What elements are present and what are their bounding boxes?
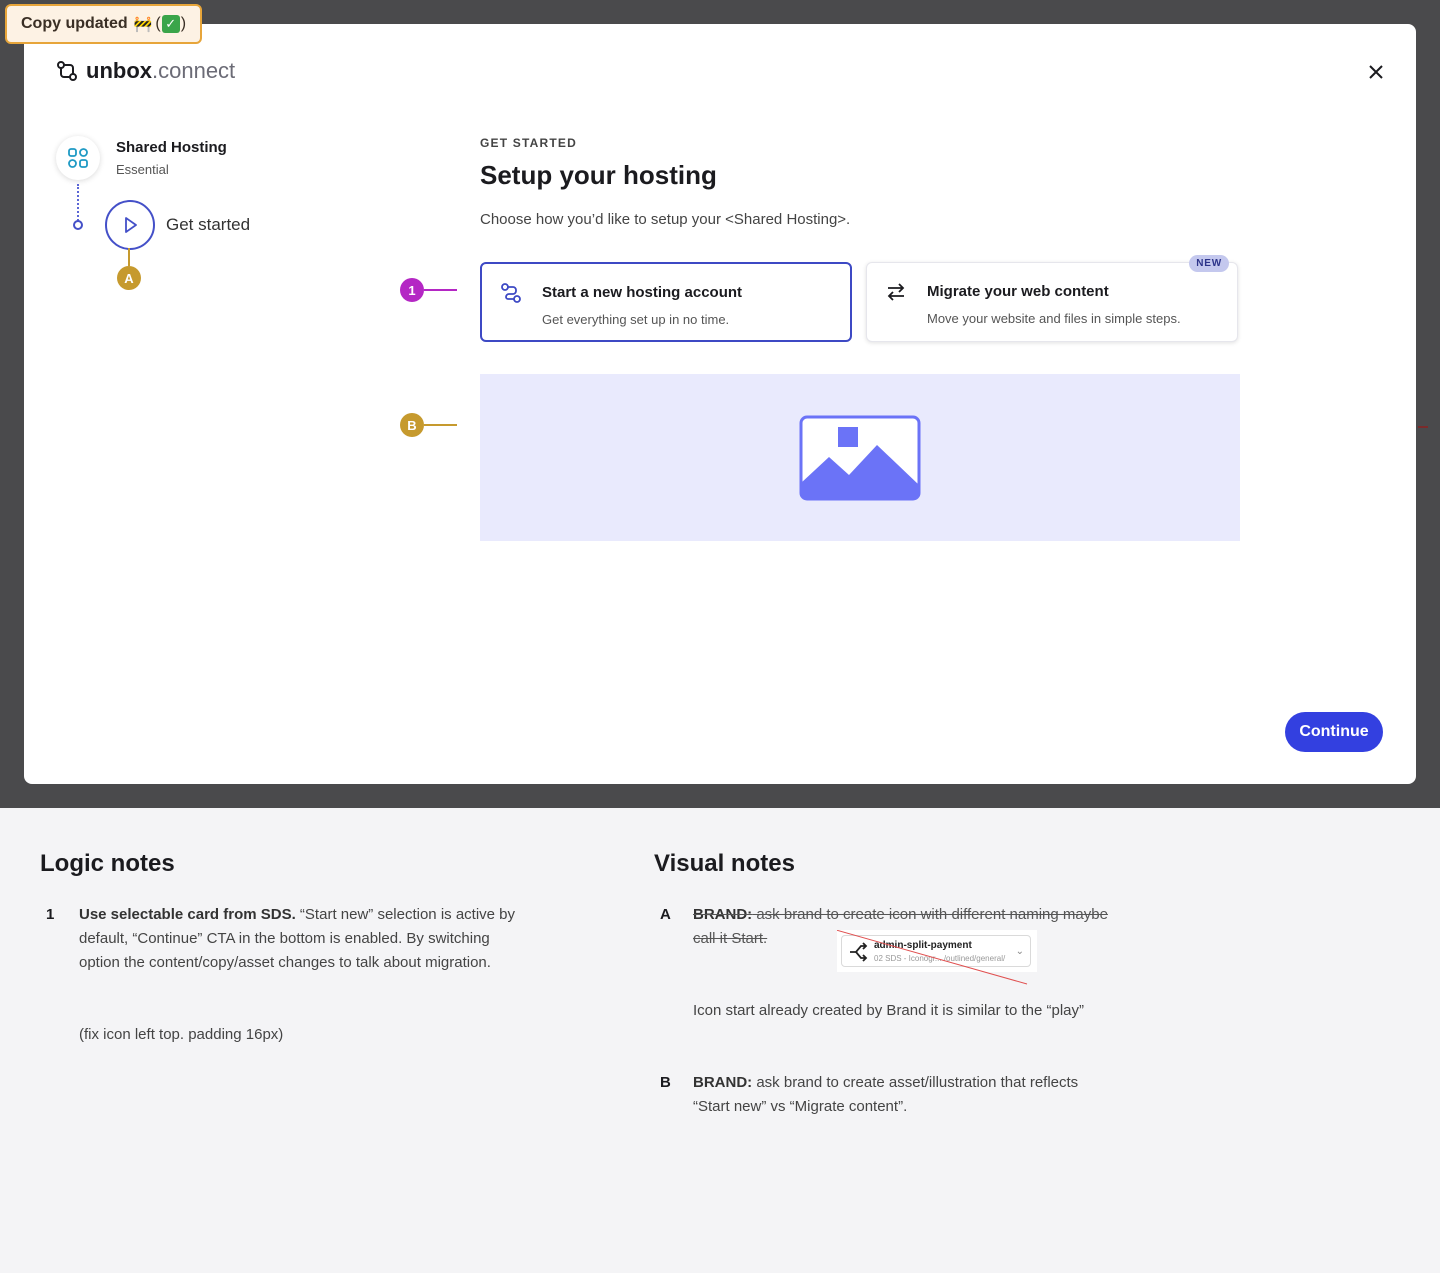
- edge-marker: [1418, 426, 1428, 428]
- stepper-node: [73, 220, 83, 230]
- brand-wordmark: unbox.connect: [86, 58, 236, 83]
- unbox-logo-icon: [57, 61, 77, 81]
- product-step-badge: [56, 136, 100, 180]
- annotation-a-line: [128, 248, 130, 266]
- visual-note-b-body: BRAND: ask brand to create asset/illustr…: [693, 1071, 1113, 1119]
- stepper-connector: [77, 184, 79, 224]
- swap-arrows-icon: [887, 283, 905, 301]
- visual-note-b-number: B: [660, 1074, 671, 1091]
- page-description: Choose how you’d like to setup your <Sha…: [480, 211, 851, 228]
- route-icon: [501, 283, 521, 303]
- card-subtitle: Move your website and files in simple st…: [927, 311, 1181, 326]
- close-icon: [1369, 65, 1383, 79]
- annotation-1-line: [424, 289, 457, 291]
- annotation-marker-1: 1: [400, 278, 424, 302]
- product-plan: Essential: [116, 162, 169, 177]
- visual-notes-heading: Visual notes: [654, 850, 795, 877]
- visual-note-a-text: Icon start already created by Brand it i…: [693, 1002, 1084, 1019]
- strike-slash: [837, 930, 1028, 985]
- annotation-marker-b: B: [400, 413, 424, 437]
- get-started-label: Get started: [166, 215, 251, 234]
- annotation-b-line: [424, 424, 457, 426]
- close-button[interactable]: [1364, 60, 1388, 84]
- visual-note-b-bold: BRAND:: [693, 1074, 753, 1091]
- continue-button[interactable]: Continue: [1285, 712, 1383, 752]
- logic-notes-heading: Logic notes: [40, 850, 175, 877]
- eyebrow-label: GET STARTED: [480, 136, 577, 150]
- construction-icon: 🚧: [133, 16, 153, 33]
- illustration-placeholder: [480, 374, 1240, 541]
- product-title: Shared Hosting: [116, 139, 227, 156]
- new-badge: NEW: [1189, 255, 1229, 272]
- annotation-1: 1: [400, 278, 457, 302]
- play-icon: [125, 217, 137, 233]
- icon-snippet: admin-split-payment 02 SDS - Iconogr... …: [837, 930, 1037, 985]
- checkmark-icon: ✓: [161, 15, 180, 33]
- card-subtitle: Get everything set up in no time.: [542, 312, 730, 327]
- logic-note-bold: Use selectable card from SDS.: [79, 906, 296, 923]
- start-new-hosting-card[interactable]: Start a new hosting account Get everythi…: [480, 262, 852, 342]
- status-tag-label: Copy updated: [21, 15, 128, 32]
- get-started-step[interactable]: [105, 200, 155, 250]
- hosting-product-icon: [68, 148, 88, 168]
- status-tag-paren-open: (: [155, 15, 161, 32]
- logic-note-extra: (fix icon left top. padding 16px): [79, 1026, 284, 1043]
- brand-logo: unbox.connect: [56, 58, 235, 84]
- image-placeholder-icon: [799, 415, 921, 500]
- status-tag-paren-close: ): [180, 15, 187, 32]
- visual-note-a-number: A: [660, 906, 671, 923]
- status-tag: Copy updated 🚧 ( ✓ ): [5, 4, 203, 44]
- migrate-content-card[interactable]: Migrate your web content Move your websi…: [866, 255, 1238, 342]
- logic-note-number: 1: [46, 906, 55, 923]
- annotation-b: B: [400, 413, 457, 437]
- annotation-marker-a: A: [117, 266, 141, 290]
- page-title: Setup your hosting: [480, 160, 717, 190]
- setup-options: Start a new hosting account Get everythi…: [480, 255, 1238, 342]
- setup-modal: unbox.connect Shared Hosting Essential G…: [24, 24, 1416, 784]
- card-title: Migrate your web content: [927, 283, 1109, 300]
- card-title: Start a new hosting account: [542, 284, 743, 301]
- logic-note-body: Use selectable card from SDS. “Start new…: [79, 903, 529, 975]
- main-content: GET STARTED Setup your hosting Choose ho…: [480, 136, 1240, 541]
